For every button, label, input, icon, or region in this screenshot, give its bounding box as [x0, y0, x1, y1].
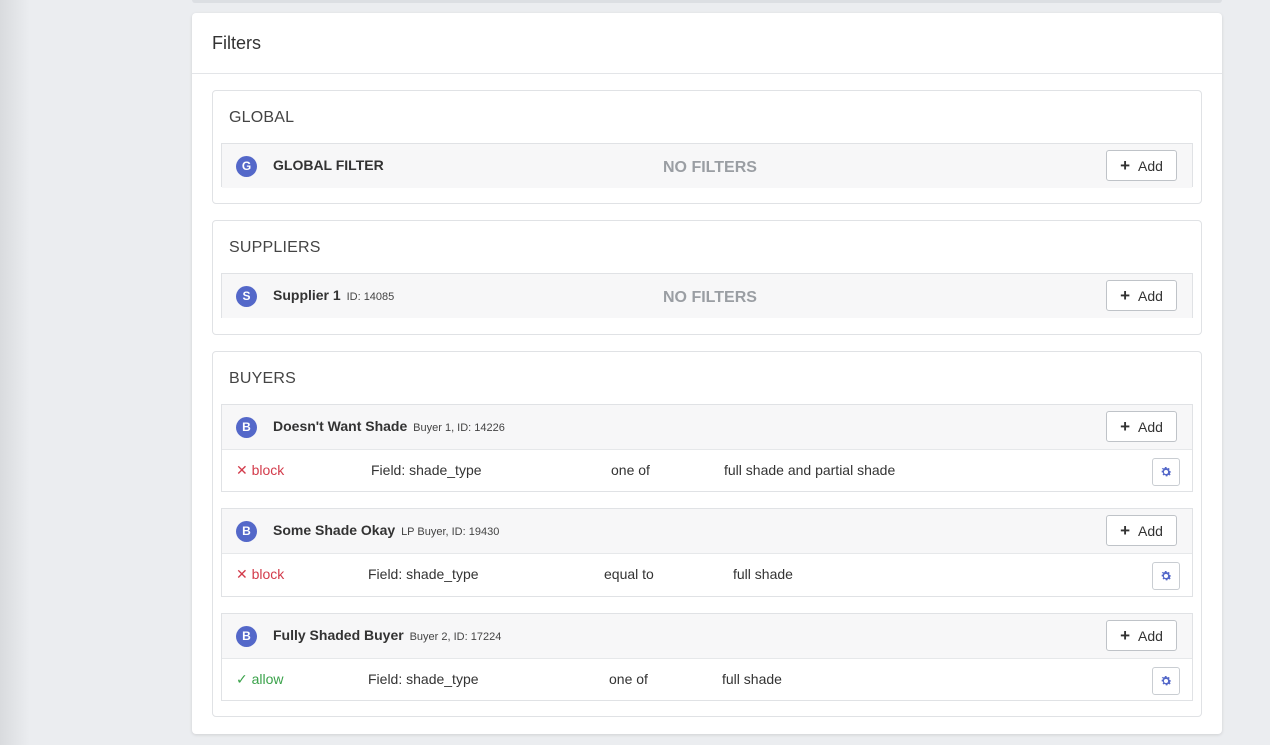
plus-icon: + — [1120, 286, 1130, 305]
filter-rule-row: ✓ allow Field: shade_type one of full sh… — [222, 658, 1192, 704]
entity-header: B Some Shade Okay LP Buyer, ID: 19430 + … — [222, 509, 1192, 553]
rule-operator: one of — [609, 671, 648, 687]
rule-action-label: block — [251, 566, 285, 582]
entity-id: Buyer 2, ID: 17224 — [409, 631, 502, 643]
entity-badge: B — [236, 417, 257, 438]
entity-name: Doesn't Want Shade Buyer 1, ID: 14226 — [273, 418, 505, 434]
rule-action-label: allow — [251, 671, 284, 687]
filter-rule-row: ✕ block Field: shade_type equal to full … — [222, 553, 1192, 599]
entity-badge: B — [236, 626, 257, 647]
entity-name: Fully Shaded Buyer Buyer 2, ID: 17224 — [273, 627, 501, 643]
entity-header: B Fully Shaded Buyer Buyer 2, ID: 17224 … — [222, 614, 1192, 658]
rule-action: ✓ allow — [236, 671, 284, 688]
rule-field: Field: shade_type — [368, 566, 479, 582]
add-buyer-filter-button[interactable]: + Add — [1106, 620, 1177, 651]
gear-icon — [1161, 570, 1172, 581]
plus-icon: + — [1120, 417, 1130, 436]
rule-action: ✕ block — [236, 566, 284, 583]
card-title: Filters — [192, 13, 1222, 74]
entity-badge: G — [236, 156, 257, 177]
entity-name: Some Shade Okay LP Buyer, ID: 19430 — [273, 522, 499, 538]
section-title-buyers: BUYERS — [229, 370, 296, 387]
check-icon: ✓ — [236, 671, 248, 687]
previous-card-edge — [192, 0, 1222, 3]
add-buyer-filter-button[interactable]: + Add — [1106, 411, 1177, 442]
no-filters-label: NO FILTERS — [663, 289, 757, 306]
entity-name-text: Doesn't Want Shade — [273, 418, 408, 434]
entity-header: S Supplier 1 ID: 14085 NO FILTERS + Add — [222, 274, 1192, 318]
rule-operator: equal to — [604, 566, 654, 582]
entity-badge: B — [236, 521, 257, 542]
buyer-row: B Some Shade Okay LP Buyer, ID: 19430 + … — [221, 508, 1193, 597]
buyers-section: BUYERS B Doesn't Want Shade Buyer 1, ID:… — [212, 351, 1202, 717]
plus-icon: + — [1120, 521, 1130, 540]
x-icon: ✕ — [236, 462, 248, 478]
rule-field: Field: shade_type — [371, 462, 482, 478]
rule-field: Field: shade_type — [368, 671, 479, 687]
add-label: Add — [1138, 627, 1163, 644]
rule-operator: one of — [611, 462, 650, 478]
entity-badge: S — [236, 286, 257, 307]
entity-name-text: GLOBAL FILTER — [273, 157, 384, 173]
entity-name: Supplier 1 ID: 14085 — [273, 287, 394, 303]
rule-action-label: block — [251, 462, 285, 478]
page-edge-shade — [0, 0, 30, 745]
rule-value: full shade and partial shade — [724, 462, 896, 478]
add-supplier-filter-button[interactable]: + Add — [1106, 280, 1177, 311]
plus-icon: + — [1120, 156, 1130, 175]
entity-header: B Doesn't Want Shade Buyer 1, ID: 14226 … — [222, 405, 1192, 449]
rule-value: full shade — [733, 566, 793, 582]
rule-action: ✕ block — [236, 462, 284, 479]
entity-name-text: Some Shade Okay — [273, 522, 396, 538]
section-title-global: GLOBAL — [229, 109, 295, 126]
entity-name: GLOBAL FILTER — [273, 157, 384, 173]
entity-id: ID: 14085 — [346, 291, 395, 303]
section-title-suppliers: SUPPLIERS — [229, 239, 321, 256]
add-label: Add — [1138, 418, 1163, 435]
add-label: Add — [1138, 287, 1163, 304]
entity-id: Buyer 1, ID: 14226 — [413, 422, 505, 434]
buyer-row: B Doesn't Want Shade Buyer 1, ID: 14226 … — [221, 404, 1193, 492]
add-label: Add — [1138, 157, 1163, 174]
plus-icon: + — [1120, 626, 1130, 645]
entity-name-text: Fully Shaded Buyer — [273, 627, 404, 643]
gear-icon — [1161, 466, 1172, 477]
add-label: Add — [1138, 522, 1163, 539]
filter-rule-row: ✕ block Field: shade_type one of full sh… — [222, 449, 1192, 495]
entity-id: LP Buyer, ID: 19430 — [401, 526, 500, 538]
gear-icon — [1161, 675, 1172, 686]
add-buyer-filter-button[interactable]: + Add — [1106, 515, 1177, 546]
rule-settings-button[interactable] — [1152, 667, 1180, 695]
rule-value: full shade — [722, 671, 782, 687]
global-filter-row: G GLOBAL FILTER NO FILTERS + Add — [221, 143, 1193, 188]
rule-settings-button[interactable] — [1152, 458, 1180, 486]
entity-name-text: Supplier 1 — [273, 287, 341, 303]
entity-header: G GLOBAL FILTER NO FILTERS + Add — [222, 144, 1192, 188]
x-icon: ✕ — [236, 566, 248, 582]
global-section: GLOBAL G GLOBAL FILTER NO FILTERS + Add — [212, 90, 1202, 204]
filters-card: Filters GLOBAL G GLOBAL FILTER NO FILTER… — [192, 13, 1222, 734]
suppliers-section: SUPPLIERS S Supplier 1 ID: 14085 NO FILT… — [212, 220, 1202, 335]
buyer-row: B Fully Shaded Buyer Buyer 2, ID: 17224 … — [221, 613, 1193, 701]
rule-settings-button[interactable] — [1152, 562, 1180, 590]
supplier-row: S Supplier 1 ID: 14085 NO FILTERS + Add — [221, 273, 1193, 318]
no-filters-label: NO FILTERS — [663, 159, 757, 176]
add-global-filter-button[interactable]: + Add — [1106, 150, 1177, 181]
